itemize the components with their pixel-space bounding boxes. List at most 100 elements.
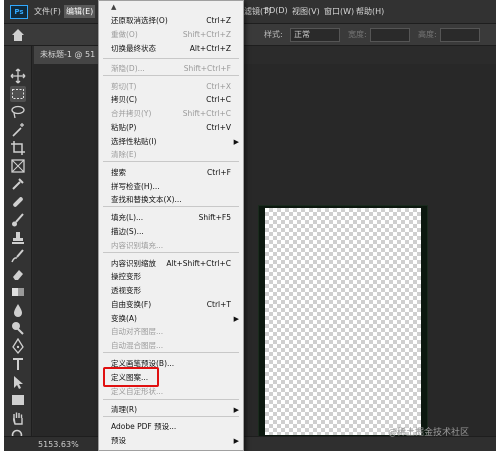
menu-item-label: 选择性粘贴(I) bbox=[111, 137, 157, 146]
menu-item-shortcut: Ctrl+C bbox=[206, 95, 231, 104]
menu-3d[interactable]: 3D(D) bbox=[264, 6, 288, 19]
text-icon[interactable] bbox=[10, 356, 26, 372]
lasso-icon[interactable] bbox=[10, 104, 26, 120]
menu-item-label: 拷贝(C) bbox=[111, 95, 138, 104]
menu-item-shortcut: Shift+Ctrl+Z bbox=[182, 30, 231, 39]
menu-item-shortcut: Alt+Shift+Ctrl+C bbox=[166, 259, 231, 268]
blur-icon[interactable] bbox=[10, 302, 26, 318]
menu-view[interactable]: 视图(V) bbox=[292, 6, 320, 19]
menu-item-shortcut: Ctrl+F bbox=[207, 168, 231, 177]
menu-help[interactable]: 帮助(H) bbox=[356, 6, 384, 19]
pen-icon[interactable] bbox=[10, 337, 26, 355]
edit-menu-item[interactable]: 预设 ▶ bbox=[99, 435, 243, 447]
frame-icon[interactable] bbox=[10, 158, 26, 174]
menu-item-label: 查找和替换文本(X)... bbox=[111, 195, 182, 204]
history-brush-icon[interactable] bbox=[10, 248, 26, 264]
menu-item-label: 操控变形 bbox=[111, 272, 141, 281]
edit-menu-item[interactable]: 搜索 Ctrl+F bbox=[99, 167, 243, 179]
menu-separator bbox=[103, 399, 239, 400]
edit-menu-item[interactable]: 粘贴(P) Ctrl+V bbox=[99, 122, 243, 134]
menu-item-shortcut: Shift+Ctrl+F bbox=[183, 64, 231, 73]
edit-menu-item[interactable]: 内容识别缩放 Alt+Shift+Ctrl+C bbox=[99, 258, 243, 270]
menu-item-label: 剪切(T) bbox=[111, 82, 137, 91]
healing-icon[interactable] bbox=[10, 194, 26, 210]
edit-menu-item[interactable]: 变换(A) ▶ bbox=[99, 313, 243, 325]
edit-menu-item[interactable]: 切换最终状态 Alt+Ctrl+Z bbox=[99, 43, 243, 55]
transparent-canvas[interactable] bbox=[265, 208, 421, 435]
edit-menu-item[interactable]: 查找和替换文本(X)... bbox=[99, 194, 243, 206]
style-select[interactable]: 正常 bbox=[290, 28, 340, 42]
toolbar bbox=[4, 46, 32, 451]
watermark: @稀土掘金技术社区 bbox=[388, 428, 470, 438]
menu-item-label: Adobe PDF 预设... bbox=[111, 422, 177, 431]
stamp-icon[interactable] bbox=[10, 230, 26, 246]
menu-separator bbox=[103, 58, 239, 59]
crop-icon[interactable] bbox=[10, 140, 26, 156]
highlight-box bbox=[103, 367, 159, 387]
menu-separator bbox=[103, 252, 239, 253]
width-label: 宽度: bbox=[348, 30, 367, 39]
menu-item-label: 合并拷贝(Y) bbox=[111, 109, 152, 118]
submenu-arrow-icon: ▶ bbox=[233, 406, 239, 414]
menu-item-shortcut: Ctrl+Z bbox=[206, 16, 231, 25]
menu-item-label: 拼写检查(H)... bbox=[111, 182, 160, 191]
marquee-icon[interactable] bbox=[10, 86, 26, 102]
edit-menu-item: 清除(E) bbox=[99, 149, 243, 161]
menu-file[interactable]: 文件(F) bbox=[34, 6, 61, 19]
scroll-up-icon[interactable]: ▲ bbox=[111, 3, 116, 11]
menu-item-label: 搜索 bbox=[111, 168, 126, 177]
menu-item-label: 自动混合图层... bbox=[111, 341, 164, 350]
gradient-icon[interactable] bbox=[10, 284, 26, 300]
home-icon[interactable] bbox=[10, 27, 26, 43]
menu-item-label: 内容识别缩放 bbox=[111, 259, 156, 268]
eyedropper-icon[interactable] bbox=[10, 176, 26, 192]
menu-item-label: 内容识别填充... bbox=[111, 241, 164, 250]
edit-menu-item[interactable]: 透视变形 bbox=[99, 285, 243, 297]
menu-window[interactable]: 窗口(W) bbox=[324, 6, 354, 19]
menu-item-label: 清除(E) bbox=[111, 150, 137, 159]
menubar: Ps 文件(F) 编辑(E) 滤镜(T) 3D(D) 视图(V) 窗口(W) 帮… bbox=[4, 0, 496, 24]
menu-item-label: 自由变换(F) bbox=[111, 300, 152, 309]
rectangle-icon[interactable] bbox=[10, 392, 26, 408]
menu-item-shortcut: Ctrl+V bbox=[206, 123, 231, 132]
menu-item-label: 渐隐(D)... bbox=[111, 64, 145, 73]
path-select-icon[interactable] bbox=[10, 374, 26, 390]
edit-menu-item[interactable]: 清理(R) ▶ bbox=[99, 404, 243, 416]
menu-item-shortcut: Shift+Ctrl+C bbox=[182, 109, 231, 118]
edit-menu-item[interactable]: Adobe PDF 预设... bbox=[99, 421, 243, 433]
menu-item-label: 预设 bbox=[111, 436, 126, 445]
menu-item-label: 切换最终状态 bbox=[111, 44, 156, 53]
menu-edit[interactable]: 编辑(E) bbox=[64, 5, 96, 18]
edit-menu-item: 内容识别填充... bbox=[99, 240, 243, 252]
brush-icon[interactable] bbox=[10, 212, 26, 228]
menu-separator bbox=[103, 206, 239, 207]
menu-separator bbox=[103, 161, 239, 162]
hand-icon[interactable] bbox=[10, 410, 26, 426]
menu-item-label: 自动对齐图层... bbox=[111, 327, 164, 336]
width-field[interactable] bbox=[370, 28, 410, 42]
edit-menu-item[interactable]: 填充(L)... Shift+F5 bbox=[99, 212, 243, 224]
magic-wand-icon[interactable] bbox=[10, 122, 26, 138]
edit-menu-item[interactable]: 描边(S)... bbox=[99, 226, 243, 238]
submenu-arrow-icon: ▶ bbox=[233, 437, 239, 445]
document-tab[interactable]: 未标题-1 @ 51 bbox=[34, 46, 106, 64]
edit-menu-item[interactable]: 拼写检查(H)... bbox=[99, 181, 243, 193]
dodge-icon[interactable] bbox=[10, 320, 26, 336]
photoshop-window: Ps 文件(F) 编辑(E) 滤镜(T) 3D(D) 视图(V) 窗口(W) 帮… bbox=[4, 0, 496, 451]
edit-menu-item[interactable]: 自由变换(F) Ctrl+T bbox=[99, 299, 243, 311]
menu-item-shortcut: Ctrl+X bbox=[206, 82, 231, 91]
edit-menu-item[interactable]: 还原取消选择(O) Ctrl+Z bbox=[99, 15, 243, 27]
move-icon[interactable] bbox=[10, 68, 26, 84]
menu-item-shortcut: Alt+Ctrl+Z bbox=[189, 44, 231, 53]
height-field[interactable] bbox=[440, 28, 480, 42]
menu-item-label: 变换(A) bbox=[111, 314, 137, 323]
edit-menu-item[interactable]: 操控变形 bbox=[99, 271, 243, 283]
edit-menu-item: 定义自定形状... bbox=[99, 386, 243, 398]
zoom-level[interactable]: 5153.63% bbox=[38, 440, 79, 449]
eraser-icon[interactable] bbox=[10, 266, 26, 282]
edit-menu-item[interactable]: 选择性粘贴(I) ▶ bbox=[99, 136, 243, 148]
edit-menu-item[interactable]: 拷贝(C) Ctrl+C bbox=[99, 94, 243, 106]
menu-separator bbox=[103, 352, 239, 353]
menu-item-label: 描边(S)... bbox=[111, 227, 144, 236]
submenu-arrow-icon: ▶ bbox=[233, 138, 239, 146]
